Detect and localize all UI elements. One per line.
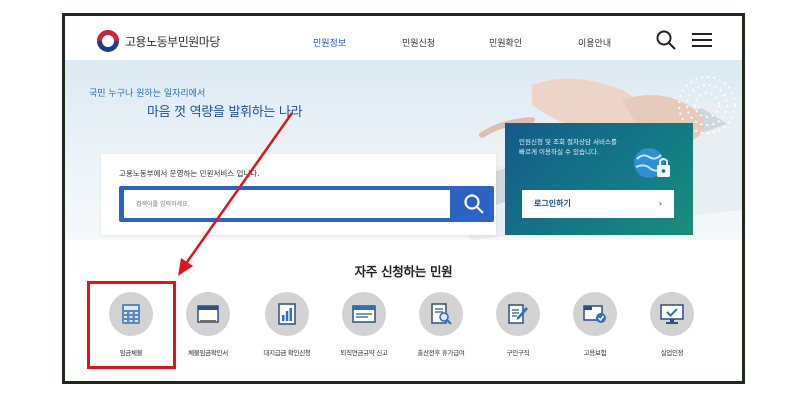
service-icon-circle (419, 292, 463, 336)
checked-folder-icon (583, 305, 606, 323)
login-description: 민원신청 및 조회 절차상담 서비스를 빠르게 이용하실 수 있습니다. (519, 138, 617, 156)
nav-item-usage-guide[interactable]: 이용안내 (578, 36, 611, 49)
service-icon-circle (650, 292, 694, 336)
service-icon-circle (186, 292, 230, 336)
service-label: 구인구직 (506, 349, 530, 357)
site-name: 고용노동부민원마당 (125, 34, 220, 49)
service-icon-circle (573, 292, 617, 336)
monitor-check-icon (660, 304, 684, 324)
search-input[interactable] (124, 190, 450, 218)
service-icon-circle (265, 292, 309, 336)
service-item-substitute-payment[interactable]: 대지급금 확인신청 (247, 292, 327, 357)
hamburger-menu-icon[interactable] (692, 32, 712, 48)
search-submit-icon[interactable] (463, 193, 485, 215)
service-item-unemployment-recognition[interactable]: 실업인정 (632, 292, 712, 357)
login-button[interactable]: 로그인하기 › (522, 190, 674, 218)
pen-document-icon (508, 304, 528, 324)
service-item-retirement-pension-report[interactable]: 퇴직연금규약 신고 (324, 292, 404, 357)
login-panel: 민원신청 및 조회 절차상담 서비스를 빠르게 이용하실 수 있습니다. 로그인… (505, 123, 693, 235)
service-label: 퇴직연금규약 신고 (340, 349, 388, 357)
chevron-right-icon: › (658, 199, 662, 208)
hero-subtitle: 국민 누구나 원하는 일자리에서 (89, 89, 206, 99)
nav-item-civil-info[interactable]: 민원정보 (313, 36, 346, 49)
service-label: 실업인정 (660, 349, 684, 357)
search-bar (119, 186, 494, 222)
document-window-icon (197, 305, 219, 323)
service-label: 대지급금 확인신청 (263, 349, 311, 357)
service-item-unpaid-wage-certificate[interactable]: 체불임금확인서 (168, 292, 248, 357)
bar-chart-document-icon (278, 303, 296, 325)
document-magnifier-icon (431, 303, 452, 325)
site-logo[interactable]: 고용노동부민원마당 (97, 30, 220, 52)
service-item-employment-insurance[interactable]: 고용보험 (555, 292, 635, 357)
hero-title: 마음 껏 역량을 발휘하는 나라 (147, 105, 303, 120)
nav-item-civil-apply[interactable]: 민원신청 (402, 36, 435, 49)
service-item-job-search[interactable]: 구인구직 (478, 292, 558, 357)
search-panel-title: 고용노동부에서 운영하는 민원서비스 입니다. (119, 169, 260, 178)
id-card-icon (352, 305, 376, 323)
nav-item-civil-check[interactable]: 민원확인 (489, 36, 522, 49)
service-label: 고용보험 (583, 349, 607, 357)
globe-lock-icon (634, 148, 670, 178)
service-label: 체불임금확인서 (188, 349, 228, 357)
service-label: 출산전후 휴가급여 (417, 349, 465, 357)
service-icon-circle (342, 292, 386, 336)
highlight-box (87, 281, 176, 369)
search-icon[interactable] (656, 30, 676, 50)
search-panel: 고용노동부에서 운영하는 민원서비스 입니다. (101, 154, 496, 235)
service-item-maternity-leave-benefit[interactable]: 출산전후 휴가급여 (401, 292, 481, 357)
service-icon-circle (496, 292, 540, 336)
login-button-label: 로그인하기 (534, 199, 571, 208)
government-emblem-icon (97, 30, 119, 52)
frequent-services-title: 자주 신청하는 민원 (354, 264, 453, 279)
